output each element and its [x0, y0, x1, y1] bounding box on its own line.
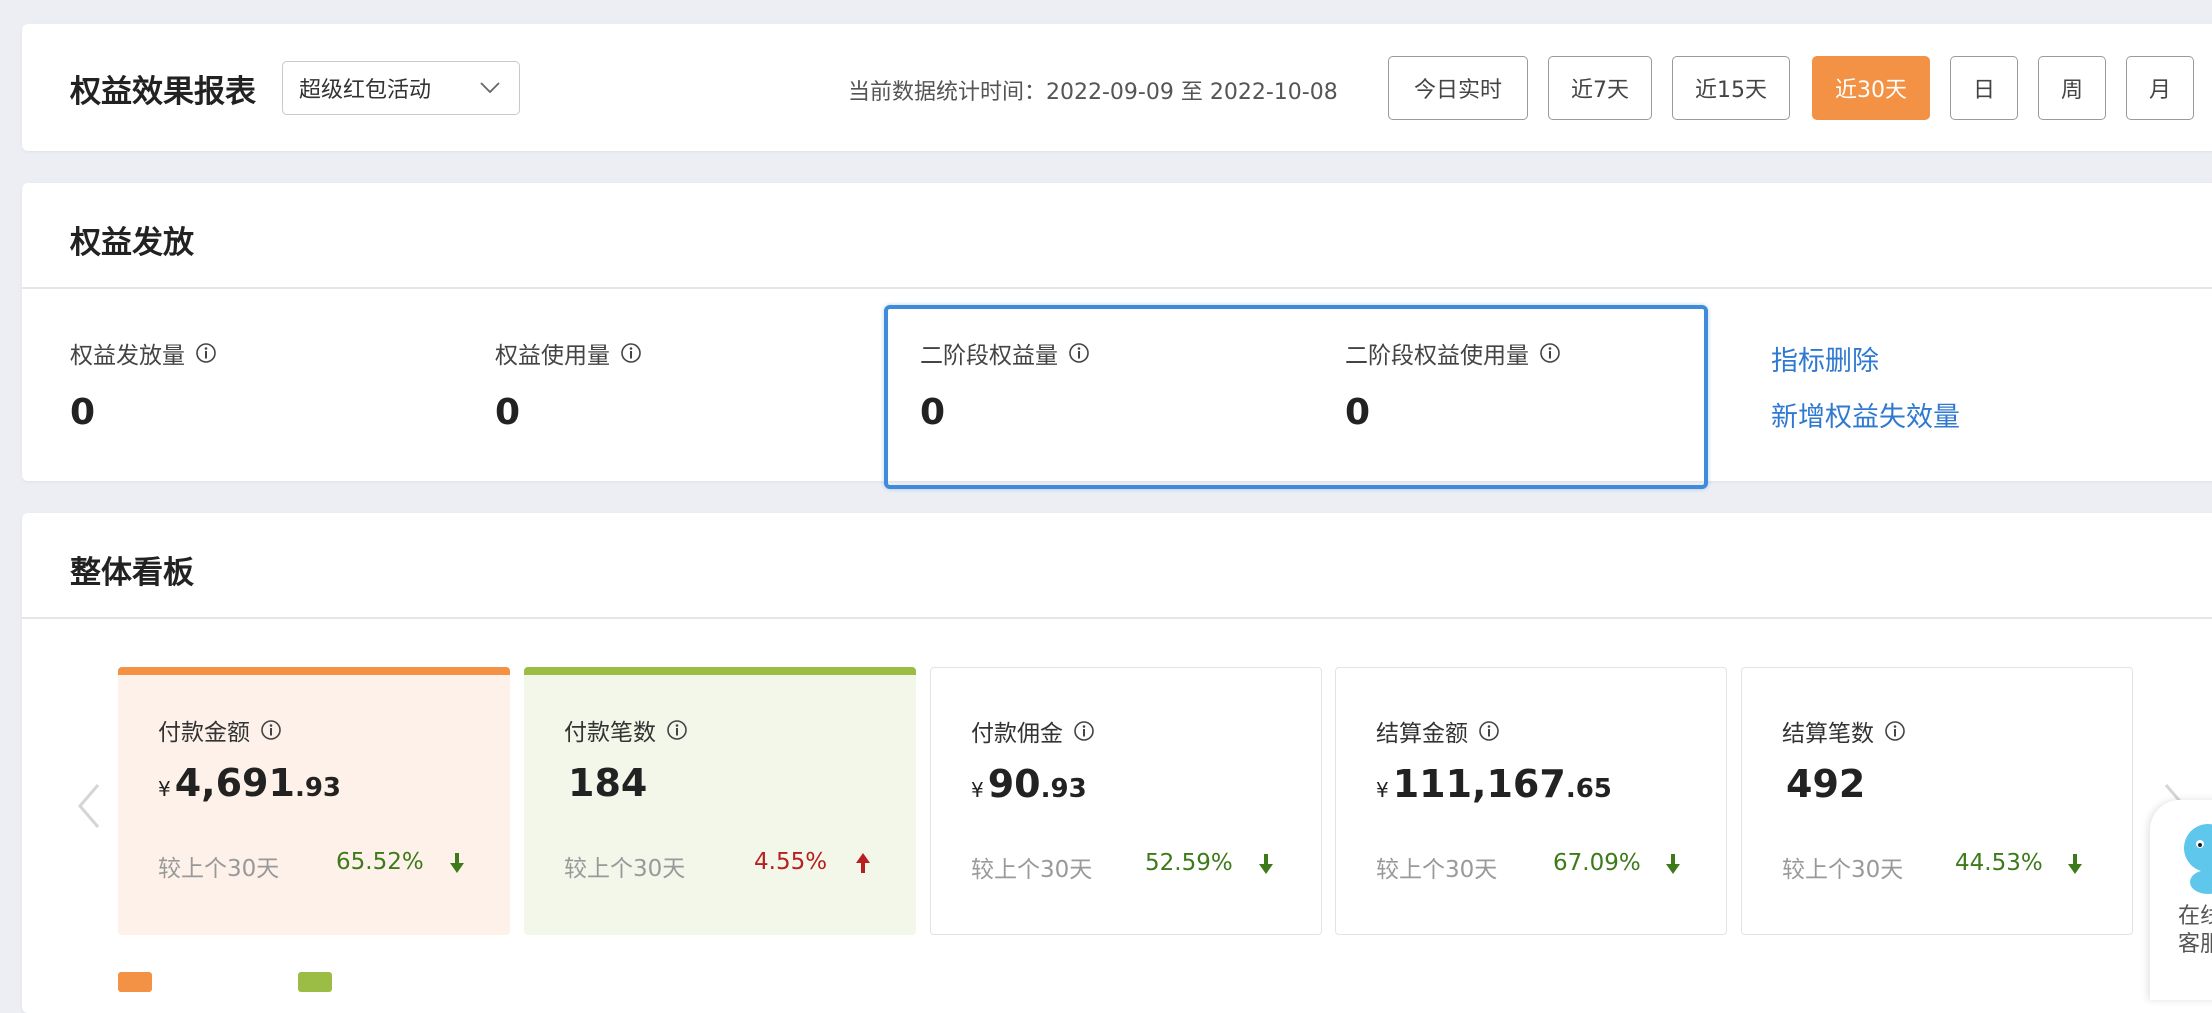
kpi-tile-payment-amount[interactable]: 付款金额 ¥4,691.93 较上个30天 65.52%	[118, 667, 510, 935]
metric-rights-issued: 权益发放量 0	[70, 336, 217, 433]
metric-value: 0	[920, 392, 946, 433]
info-icon[interactable]	[1539, 342, 1561, 364]
kpi-compare-label: 较上个30天	[158, 856, 280, 882]
today-realtime-button[interactable]: 今日实时	[1388, 56, 1528, 120]
chevron-down-icon	[480, 82, 500, 94]
kpi-compare-label: 较上个30天	[1376, 857, 1498, 883]
info-icon[interactable]	[1478, 720, 1500, 742]
delete-metric-link[interactable]: 指标删除	[1771, 339, 1879, 378]
kpi-change-percent: 4.55%	[754, 849, 828, 875]
metric-value: 0	[495, 392, 521, 433]
week-button[interactable]: 周	[2038, 56, 2106, 120]
metric-stage2-rights: 二阶段权益量 0	[920, 336, 1090, 433]
info-icon[interactable]	[620, 342, 642, 364]
kpi-change-percent: 67.09%	[1553, 850, 1641, 876]
metric-value: 0	[1345, 392, 1371, 433]
kpi-tile-payment-commission[interactable]: 付款佣金 ¥90.93 较上个30天 52.59%	[930, 667, 1322, 935]
metric-rights-used: 权益使用量 0	[495, 336, 642, 433]
divider	[22, 617, 2212, 619]
rights-issuance-section: 权益发放 权益发放量 0 权益使用量 0 二阶段权益量 0 二阶段权益使用量 0…	[22, 183, 2212, 489]
metric-label: 二阶段权益使用量	[1345, 343, 1529, 369]
kpi-change-percent: 52.59%	[1145, 850, 1233, 876]
activity-select-value: 超级红包活动	[299, 78, 432, 103]
arrow-up-icon	[856, 853, 870, 873]
metric-label: 二阶段权益量	[920, 343, 1058, 369]
info-icon[interactable]	[666, 719, 688, 741]
kpi-value: ¥90.93	[971, 762, 1087, 806]
kpi-change-percent: 44.53%	[1955, 850, 2043, 876]
info-icon[interactable]	[1073, 720, 1095, 742]
kpi-tile-settlement-count[interactable]: 结算笔数 492 较上个30天 44.53%	[1741, 667, 2133, 935]
kpi-value: ¥111,167.65	[1376, 762, 1612, 806]
kpi-compare-label: 较上个30天	[971, 857, 1093, 883]
report-header: 权益效果报表 超级红包活动 当前数据统计时间：2022-09-09 至 2022…	[22, 24, 2212, 151]
arrow-down-icon	[1259, 854, 1273, 874]
overall-board-section: 整体看板 付款金额 ¥4,691.93 较上个30天 65.52% 付款笔数 1…	[22, 513, 2212, 1013]
legend-swatch-payment-amount[interactable]	[118, 972, 152, 992]
kpi-tile-payment-count[interactable]: 付款笔数 184 较上个30天 4.55%	[524, 667, 916, 935]
kpi-label: 结算金额	[1376, 721, 1468, 747]
kpi-value: ¥4,691.93	[158, 761, 341, 805]
online-support-widget[interactable]: 在线 客服	[2150, 800, 2212, 1000]
kpi-change-percent: 65.52%	[336, 849, 424, 875]
date-range-text: 当前数据统计时间：2022-09-09 至 2022-10-08	[848, 80, 1338, 105]
legend-swatch-payment-count[interactable]	[298, 972, 332, 992]
carousel-prev-icon[interactable]	[76, 781, 102, 831]
kpi-compare-label: 较上个30天	[564, 856, 686, 882]
kpi-label: 付款金额	[158, 720, 250, 746]
section-title: 整体看板	[70, 555, 194, 591]
month-button[interactable]: 月	[2126, 56, 2194, 120]
metric-label: 权益使用量	[495, 343, 610, 369]
page-title: 权益效果报表	[70, 74, 256, 110]
info-icon[interactable]	[1884, 720, 1906, 742]
last-15-days-button[interactable]: 近15天	[1672, 56, 1790, 120]
mascot-icon	[2184, 824, 2212, 894]
add-rights-expired-link[interactable]: 新增权益失效量	[1771, 395, 1960, 434]
kpi-value: 184	[568, 761, 648, 805]
arrow-down-icon	[1666, 854, 1680, 874]
section-title: 权益发放	[70, 225, 194, 261]
metric-label: 权益发放量	[70, 343, 185, 369]
arrow-down-icon	[450, 853, 464, 873]
last-7-days-button[interactable]: 近7天	[1548, 56, 1652, 120]
arrow-down-icon	[2068, 854, 2082, 874]
kpi-label: 付款笔数	[564, 720, 656, 746]
divider	[22, 287, 2212, 289]
last-30-days-button[interactable]: 近30天	[1812, 56, 1930, 120]
kpi-label: 付款佣金	[971, 721, 1063, 747]
kpi-value: 492	[1786, 762, 1866, 806]
kpi-compare-label: 较上个30天	[1782, 857, 1904, 883]
metric-value: 0	[70, 392, 96, 433]
activity-select[interactable]: 超级红包活动	[282, 61, 520, 115]
info-icon[interactable]	[1068, 342, 1090, 364]
info-icon[interactable]	[260, 719, 282, 741]
metric-stage2-rights-used: 二阶段权益使用量 0	[1345, 336, 1561, 433]
kpi-tile-settlement-amount[interactable]: 结算金额 ¥111,167.65 较上个30天 67.09%	[1335, 667, 1727, 935]
day-button[interactable]: 日	[1950, 56, 2018, 120]
kpi-label: 结算笔数	[1782, 721, 1874, 747]
support-text-line2: 客服	[2178, 932, 2212, 957]
info-icon[interactable]	[195, 342, 217, 364]
